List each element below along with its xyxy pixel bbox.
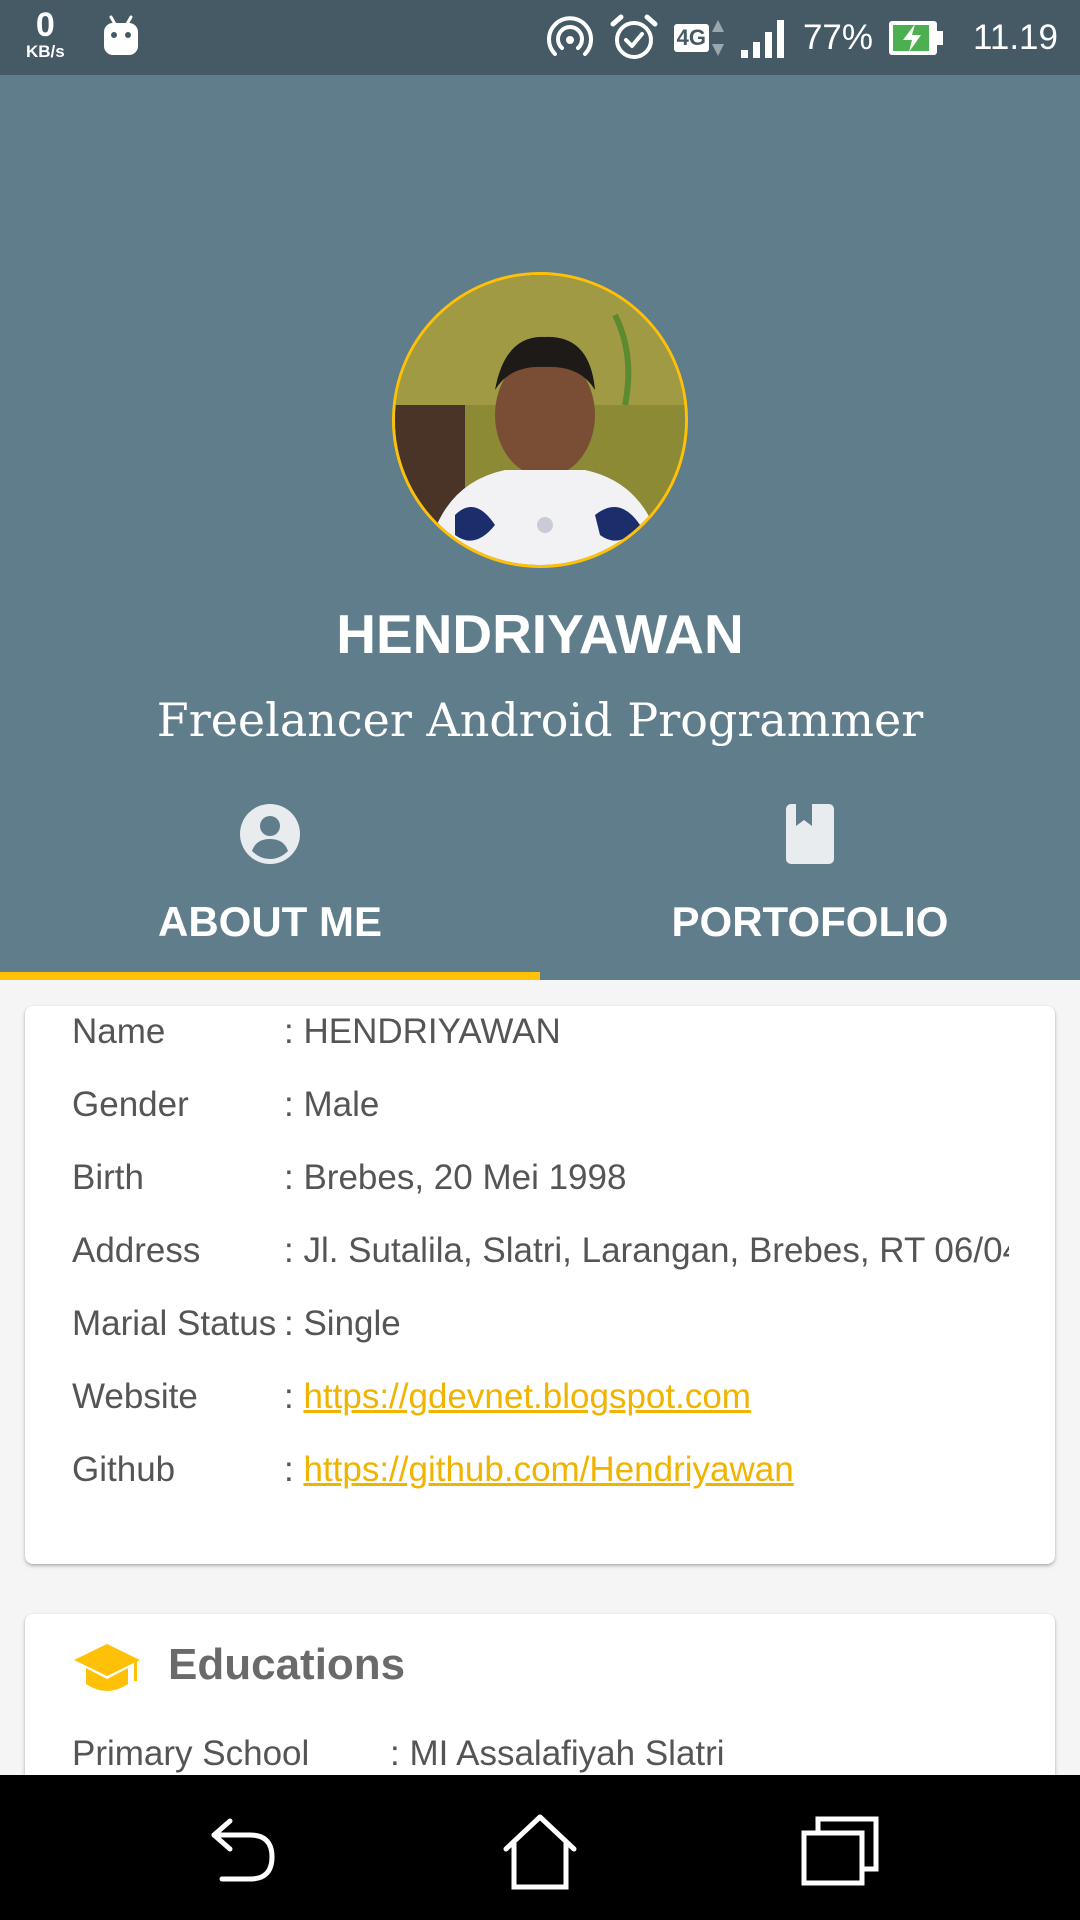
profile-role: Freelancer Android Programmer [156, 693, 924, 747]
tab-portofolio[interactable]: PORTOFOLIO [540, 790, 1080, 980]
educations-title: Educations [168, 1640, 406, 1689]
tab-selected-indicator [0, 972, 540, 980]
info-label: Website [72, 1377, 198, 1416]
info-separator: : [284, 1450, 304, 1489]
account-circle-icon [240, 804, 300, 864]
avatar [392, 272, 688, 568]
book-icon [786, 804, 834, 864]
profile-header: HENDRIYAWAN Freelancer Android Programme… [0, 75, 1080, 980]
info-label: Name [72, 1012, 166, 1051]
info-value: : https://github.com/Hendriyawan [284, 1450, 1009, 1490]
lte-label: 4G [673, 23, 709, 52]
system-nav-bar [0, 1775, 1080, 1920]
network-speed-value: 0 [35, 6, 55, 44]
status-left: 0 KB/s [26, 8, 141, 60]
info-label: Github [72, 1450, 176, 1489]
clock: 11.19 [973, 17, 1058, 57]
tab-about-me[interactable]: ABOUT ME [0, 790, 540, 980]
battery-charging-icon [889, 20, 943, 55]
tab-about-me-label: ABOUT ME [158, 898, 382, 945]
home-icon[interactable] [500, 1813, 580, 1891]
avatar-photo [395, 275, 685, 565]
info-separator: : [284, 1377, 304, 1416]
graduation-cap-icon [74, 1644, 140, 1691]
about-card: Name : HENDRIYAWAN Gender : Male Birth :… [25, 1006, 1055, 1564]
info-value: : Male [284, 1085, 380, 1124]
tab-portofolio-label: PORTOFOLIO [671, 898, 949, 945]
info-value: : https://gdevnet.blogspot.com [284, 1377, 1009, 1417]
lte-icon: 4G [673, 18, 725, 58]
status-right: 4G 77% 11.19 [546, 0, 1058, 75]
battery-percent: 77% [802, 17, 873, 57]
education-row: Primary School : MI Assalafiyah Slatri [72, 1734, 725, 1774]
github-link[interactable]: https://github.com/Hendriyawan [303, 1450, 793, 1489]
info-label: Address [72, 1231, 201, 1270]
info-value: : HENDRIYAWAN [284, 1012, 561, 1051]
network-speed: 0 KB/s [26, 8, 65, 60]
signal-icon [740, 19, 784, 58]
android-icon [103, 15, 138, 55]
website-link[interactable]: https://gdevnet.blogspot.com [303, 1377, 751, 1416]
data-arrows-icon [711, 19, 724, 56]
back-icon[interactable] [200, 1813, 280, 1891]
info-label: Birth [72, 1158, 144, 1197]
info-label: Marial Status [72, 1304, 277, 1343]
hotspot-icon [546, 15, 593, 56]
profile-name: HENDRIYAWAN [336, 603, 744, 665]
info-value: : Single [284, 1304, 401, 1343]
status-bar: 0 KB/s 4G 77% 11.19 [0, 0, 1080, 75]
education-label: Primary School [72, 1734, 310, 1773]
alarm-icon [610, 14, 658, 59]
education-value: : MI Assalafiyah Slatri [390, 1734, 725, 1773]
network-speed-unit: KB/s [26, 42, 65, 61]
info-value: : Jl. Sutalila, Slatri, Larangan, Brebes… [284, 1231, 1009, 1270]
info-label: Gender [72, 1085, 189, 1124]
info-value: : Brebes, 20 Mei 1998 [284, 1158, 627, 1197]
recents-icon[interactable] [800, 1813, 880, 1891]
